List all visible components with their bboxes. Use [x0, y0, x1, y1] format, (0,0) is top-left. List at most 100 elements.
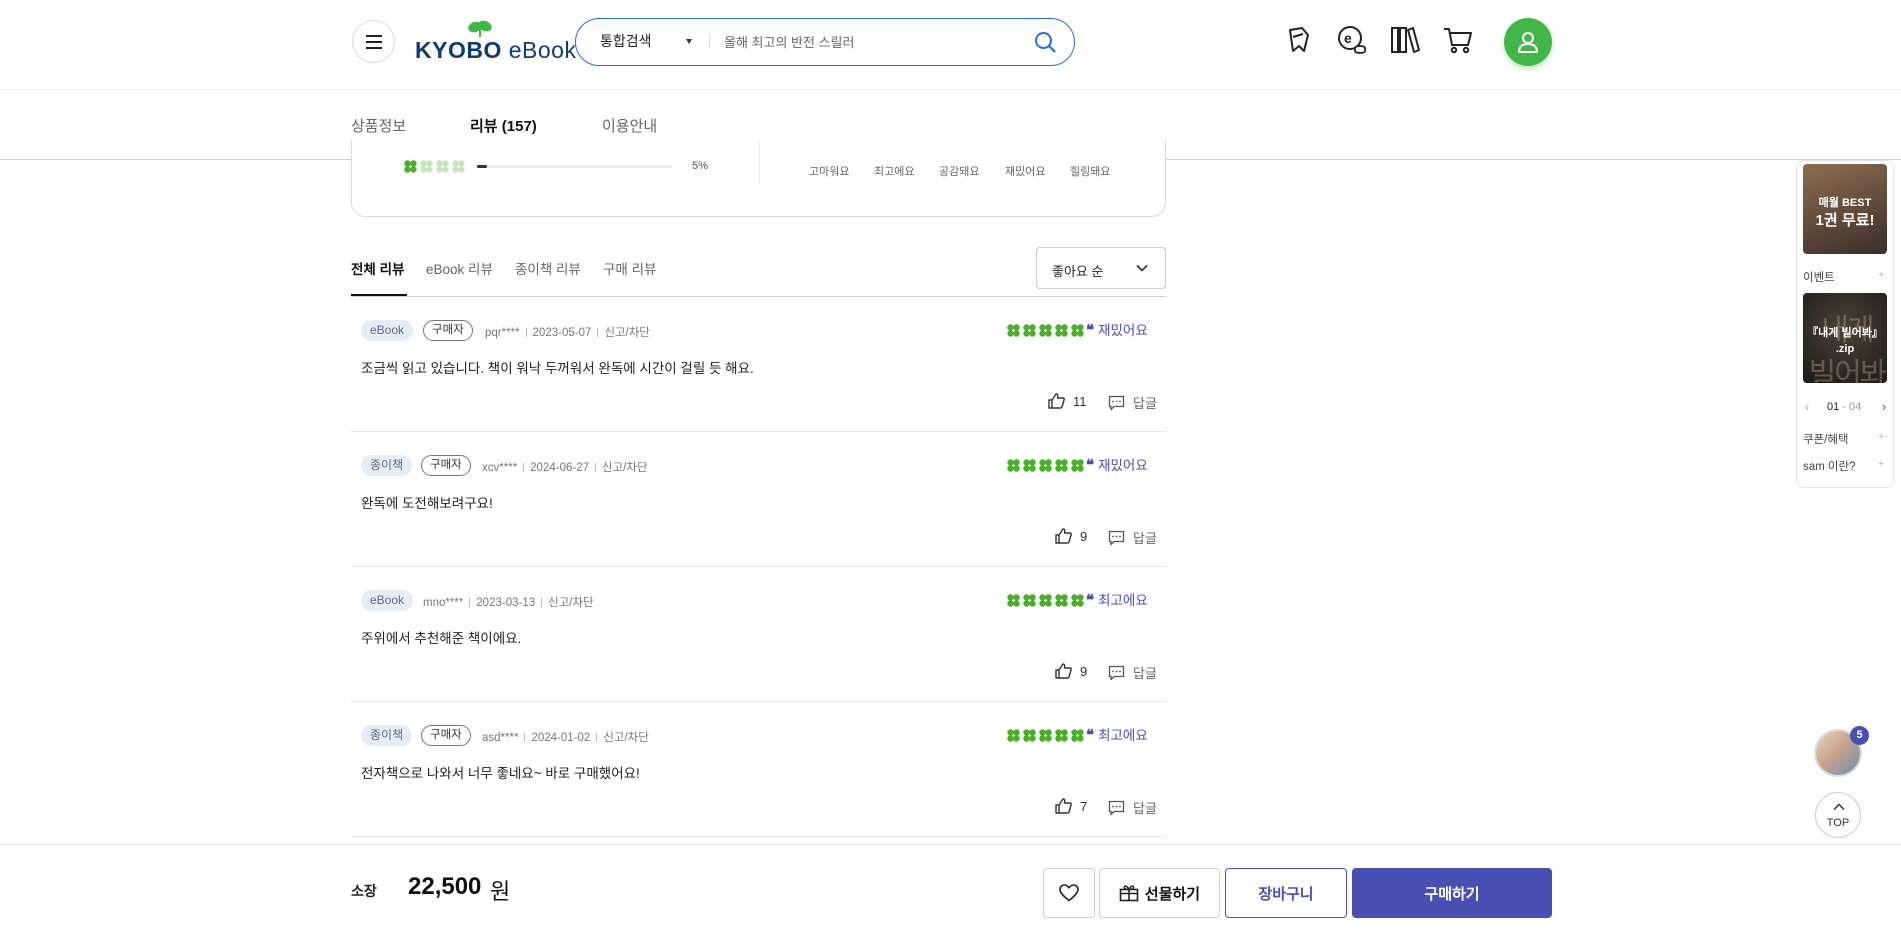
- best-free-banner[interactable]: 매월 BEST 1권 무료!: [1803, 164, 1887, 254]
- caret-down-icon: [686, 39, 692, 44]
- pager-total: 04: [1849, 401, 1862, 413]
- tab-reviews[interactable]: 리뷰 (157): [470, 115, 537, 136]
- review-item: 종이책 구매자 xcv**** 2024-06-27 신고/차단 ❝ 재밌어요 완독에…: [351, 432, 1166, 567]
- logo-product: eBook: [508, 37, 577, 63]
- gift-button-label: 선물하기: [1144, 885, 1201, 903]
- review-user: asd****: [482, 732, 519, 744]
- rating-divider: [759, 140, 760, 185]
- reply-button[interactable]: 답글: [1108, 393, 1157, 412]
- rating-row-clovers: [404, 160, 465, 173]
- clover-filled-icon: [1039, 729, 1052, 742]
- site-header: KYOBO eBook 통합검색 e: [0, 0, 1901, 90]
- quick-menu-event-link[interactable]: 이벤트: [1803, 269, 1835, 285]
- review-tab-paper[interactable]: 종이책 리뷰: [515, 258, 581, 278]
- clover-filled-icon: [1055, 594, 1068, 607]
- plus-icon: +: [1878, 458, 1885, 470]
- review-rating: [1007, 324, 1084, 337]
- clover-filled-icon: [1055, 459, 1068, 472]
- price-value: 22,500: [408, 873, 482, 900]
- review-type-badge: 종이책: [361, 455, 413, 476]
- rating-row-percent: 5%: [692, 160, 708, 172]
- user-icon: [1518, 32, 1538, 53]
- clover-filled-icon: [1023, 459, 1036, 472]
- like-button[interactable]: 9: [1055, 528, 1087, 544]
- e-coin-icon: e: [1338, 26, 1366, 54]
- comment-icon: [1108, 530, 1125, 545]
- clover-filled-icon: [1007, 729, 1020, 742]
- purchase-bar: 소장 22,500 원 선물하기 장바구니 구매하기: [0, 844, 1901, 936]
- thumbs-up-icon: [1055, 798, 1072, 814]
- leaf-icon: [468, 20, 492, 37]
- bookmark-ribbon-button[interactable]: [1281, 22, 1317, 58]
- clover-empty-icon: [452, 160, 465, 173]
- reply-label: 답글: [1133, 666, 1157, 681]
- menu-button[interactable]: [352, 20, 395, 63]
- clover-filled-icon: [1055, 729, 1068, 742]
- search-input[interactable]: [724, 27, 1014, 57]
- reply-button[interactable]: 답글: [1108, 663, 1157, 682]
- buy-now-button[interactable]: 구매하기: [1352, 868, 1552, 918]
- like-button[interactable]: 9: [1055, 663, 1087, 679]
- tab-product-info[interactable]: 상품정보: [351, 115, 406, 136]
- tab-usage-guide[interactable]: 이용안내: [602, 115, 657, 136]
- gift-button[interactable]: 선물하기: [1099, 868, 1220, 918]
- library-icon: [1391, 27, 1420, 53]
- review-rating: [1007, 594, 1084, 607]
- clover-filled-icon: [1071, 594, 1084, 607]
- review-text: 완독에 도전해보려구요!: [361, 496, 493, 511]
- review-text: 조금씩 읽고 있습니다. 책이 워낙 두꺼워서 완독에 시간이 걸릴 듯 해요.: [361, 361, 754, 376]
- review-emotion-tag: ❝ 재밌어요: [1086, 456, 1148, 474]
- quote-icon: ❝: [1086, 456, 1095, 474]
- like-button[interactable]: 7: [1055, 798, 1087, 814]
- review-user: pqr****: [485, 327, 520, 339]
- review-meta: asd**** 2024-01-02 신고/차단: [482, 729, 649, 745]
- review-rating: [1007, 459, 1084, 472]
- svg-text:e: e: [1344, 30, 1352, 46]
- event-banner[interactable]: 내게 빌어봐 『내게 빌어봐』 .zip: [1803, 293, 1887, 383]
- price-unit: 원: [490, 879, 511, 904]
- clover-filled-icon: [1039, 324, 1052, 337]
- like-button[interactable]: 11: [1048, 393, 1087, 409]
- menu-icon: [365, 34, 382, 49]
- search-bar: 통합검색: [575, 18, 1075, 66]
- search-scope-select[interactable]: 통합검색: [600, 19, 652, 64]
- like-count: 11: [1073, 393, 1087, 409]
- emotion-tag-label: 힐링돼요: [1070, 166, 1111, 178]
- user-menu-button[interactable]: [1504, 18, 1552, 66]
- e-coin-button[interactable]: e: [1334, 22, 1370, 58]
- wishlist-button[interactable]: [1043, 868, 1095, 918]
- kyobo-ebook-logo[interactable]: KYOBO eBook: [415, 20, 576, 64]
- review-type-badge: eBook: [361, 320, 414, 341]
- review-tab-all[interactable]: 전체 리뷰: [351, 258, 404, 278]
- review-tab-purchase[interactable]: 구매 리뷰: [603, 258, 656, 278]
- chevron-left-icon[interactable]: ‹: [1805, 399, 1809, 414]
- sort-select[interactable]: 좋아요 순: [1036, 247, 1166, 289]
- report-block-link[interactable]: 신고/차단: [604, 327, 650, 339]
- library-button[interactable]: [1387, 22, 1423, 58]
- review-tab-ebook[interactable]: eBook 리뷰: [426, 258, 493, 278]
- review-item: eBook mno**** 2023-03-13 신고/차단 ❝ 최고에요 주위에서 …: [351, 567, 1166, 702]
- buyer-badge: 구매자: [421, 455, 471, 476]
- comment-icon: [1108, 800, 1125, 815]
- report-block-link[interactable]: 신고/차단: [603, 732, 649, 744]
- quote-icon: ❝: [1086, 726, 1095, 744]
- cart-button[interactable]: [1440, 22, 1476, 58]
- reply-button[interactable]: 답글: [1108, 528, 1157, 547]
- reply-label: 답글: [1133, 801, 1157, 816]
- review-item: eBook 구매자 pqr**** 2023-05-07 신고/차단 ❝ 재밌어요 조…: [351, 297, 1166, 432]
- scroll-top-button[interactable]: TOP: [1815, 792, 1861, 838]
- quick-menu-coupon-link[interactable]: 쿠폰/혜택: [1803, 431, 1849, 447]
- clover-filled-icon: [1071, 729, 1084, 742]
- clover-filled-icon: [1023, 324, 1036, 337]
- reply-button[interactable]: 답글: [1108, 798, 1157, 817]
- quick-menu-sam-link[interactable]: sam 이란?: [1803, 458, 1855, 474]
- chevron-right-icon[interactable]: ›: [1882, 399, 1886, 414]
- reply-label: 답글: [1133, 396, 1157, 411]
- search-divider: [709, 35, 710, 49]
- plus-icon: +: [1878, 431, 1885, 443]
- add-to-cart-button[interactable]: 장바구니: [1225, 868, 1347, 918]
- search-icon[interactable]: [1034, 31, 1056, 53]
- review-emotion-tag: ❝ 재밌어요: [1086, 321, 1148, 339]
- report-block-link[interactable]: 신고/차단: [602, 462, 648, 474]
- report-block-link[interactable]: 신고/차단: [548, 597, 594, 609]
